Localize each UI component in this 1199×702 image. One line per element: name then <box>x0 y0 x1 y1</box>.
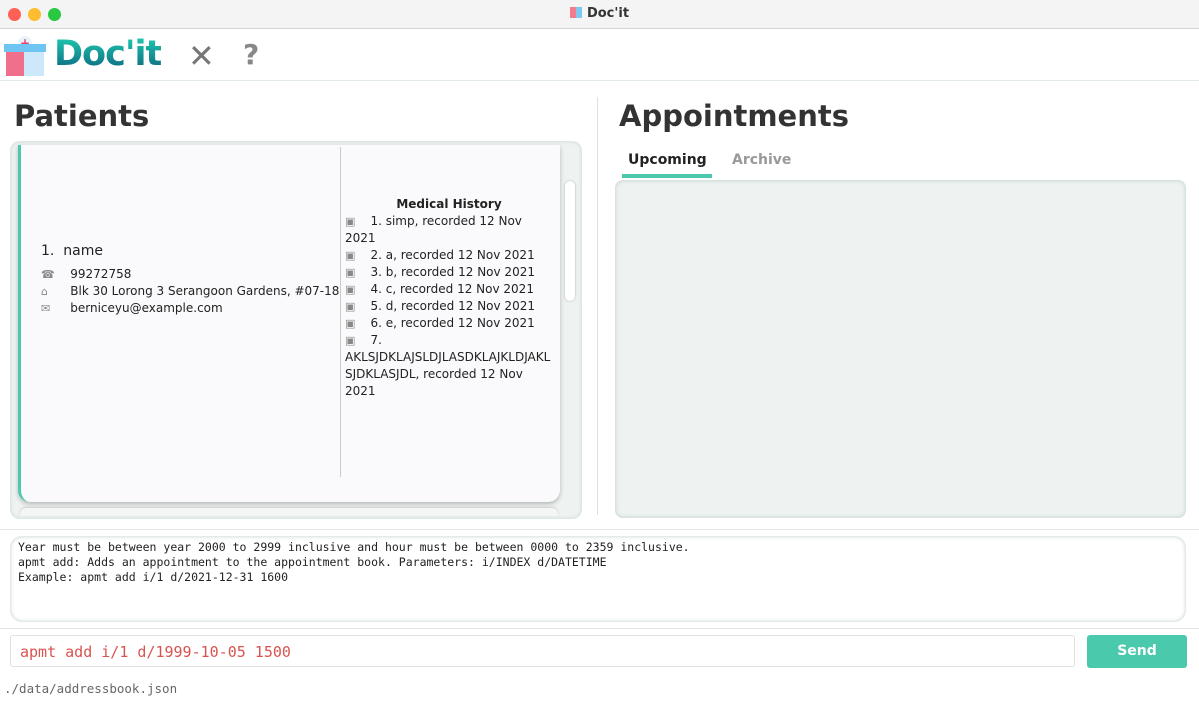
medical-history: Medical History ▣ 1. simp, recorded 12 N… <box>345 196 553 400</box>
history-text: SJDKLASJDL, recorded 12 Nov 2021 <box>345 367 523 398</box>
patient-index: 1. <box>41 243 55 259</box>
record-icon: ▣ <box>345 249 356 262</box>
result-display[interactable]: Year must be between year 2000 to 2999 i… <box>10 536 1186 622</box>
history-item: ▣ 1. simp, recorded 12 Nov 2021 <box>345 213 553 247</box>
help-icon[interactable]: ? <box>243 38 259 71</box>
history-item: ▣ 4. c, recorded 12 Nov 2021 <box>345 281 553 298</box>
appointment-list[interactable] <box>615 180 1186 518</box>
pane-separator[interactable] <box>597 97 598 515</box>
address-text: Blk 30 Lorong 3 Serangoon Gardens, #07-1… <box>70 284 340 298</box>
history-text: 4. c, recorded 12 Nov 2021 <box>370 282 534 296</box>
record-icon: ▣ <box>345 317 356 330</box>
tab-upcoming[interactable]: Upcoming <box>628 152 707 168</box>
patient-name: 1. name <box>41 243 103 259</box>
email-icon: ✉ <box>41 302 51 315</box>
history-item: ▣ 2. a, recorded 12 Nov 2021 <box>345 247 553 264</box>
record-icon: ▣ <box>345 283 356 296</box>
history-text: 6. e, recorded 12 Nov 2021 <box>370 316 535 330</box>
history-text: 3. b, recorded 12 Nov 2021 <box>370 265 535 279</box>
history-item: ▣ 6. e, recorded 12 Nov 2021 <box>345 315 553 332</box>
history-text: 1. simp, recorded 12 Nov 2021 <box>345 214 522 245</box>
divider <box>0 628 1199 629</box>
patient-list-scrollbar[interactable] <box>565 181 575 301</box>
tab-archive[interactable]: Archive <box>732 152 791 168</box>
phone-text: 99272758 <box>70 267 132 281</box>
status-bar-path: ./data/addressbook.json <box>4 681 178 696</box>
history-text: 7. <box>370 333 382 347</box>
email-text: berniceyu@example.com <box>70 301 223 315</box>
command-input[interactable]: apmt add i/1 d/1999-10-05 1500 <box>10 635 1075 667</box>
home-icon: ⌂ <box>41 285 48 298</box>
app-logo: Doc'it <box>54 34 162 74</box>
medical-history-title: Medical History <box>396 197 502 211</box>
divider <box>0 529 1199 530</box>
record-icon: ▣ <box>345 266 356 279</box>
history-item: ▣ 7. <box>345 332 553 349</box>
history-item: ▣ 5. d, recorded 12 Nov 2021 <box>345 298 553 315</box>
history-item: ▣ 3. b, recorded 12 Nov 2021 <box>345 264 553 281</box>
patient-email: ✉ berniceyu@example.com <box>41 301 223 315</box>
patient-address: ⌂ Blk 30 Lorong 3 Serangoon Gardens, #07… <box>41 284 339 298</box>
app-header <box>0 29 1199 81</box>
patient-phone: ☎ 99272758 <box>41 267 131 281</box>
window-title: Doc'it <box>0 6 1199 21</box>
record-icon: ▣ <box>345 300 356 313</box>
title-bar: Doc'it <box>0 0 1199 29</box>
history-text: 2. a, recorded 12 Nov 2021 <box>370 248 535 262</box>
next-patient-card[interactable] <box>20 508 558 516</box>
window-title-text: Doc'it <box>586 6 630 21</box>
patient-card[interactable]: 1. name ☎ 99272758 ⌂ Blk 30 Lorong 3 Ser… <box>18 145 560 502</box>
card-divider <box>340 147 341 477</box>
close-icon[interactable]: ✕ <box>188 37 215 75</box>
phone-icon: ☎ <box>41 268 55 281</box>
record-icon: ▣ <box>345 334 356 347</box>
send-button[interactable]: Send <box>1087 635 1187 668</box>
history-text: AKLSJDKLAJSLDJLASDKLAJKLDJAKL <box>345 350 551 364</box>
patient-name-text: name <box>63 243 103 259</box>
clinic-icon <box>569 7 582 18</box>
logo-icon: + <box>4 36 46 76</box>
patients-title: Patients <box>14 99 150 133</box>
record-icon: ▣ <box>345 215 356 228</box>
history-text: 5. d, recorded 12 Nov 2021 <box>370 299 535 313</box>
appointments-title: Appointments <box>619 99 849 133</box>
active-tab-indicator <box>622 174 712 178</box>
